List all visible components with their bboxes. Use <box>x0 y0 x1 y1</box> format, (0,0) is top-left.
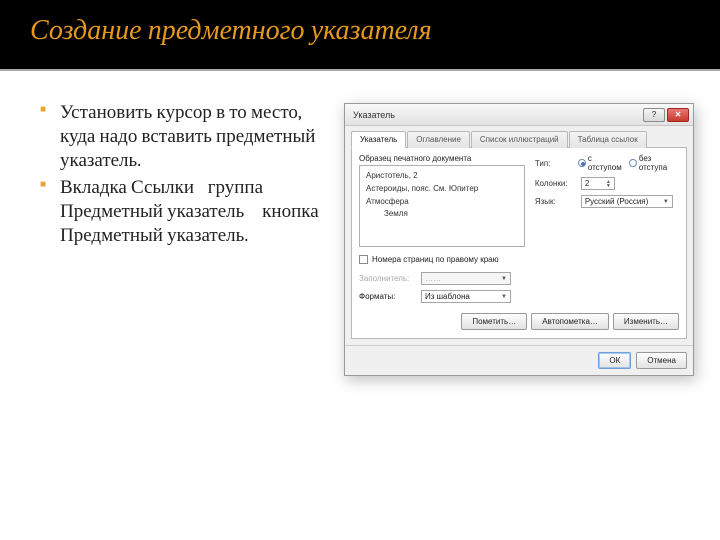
preview-label: Образец печатного документа <box>359 154 525 163</box>
radio-indented-label: с отступом <box>588 154 625 172</box>
tab-toc[interactable]: Оглавление <box>407 131 470 148</box>
close-button[interactable]: ✕ <box>667 108 689 122</box>
mark-entry-button[interactable]: Пометить… <box>461 313 527 330</box>
radio-icon <box>578 159 586 167</box>
radio-runin[interactable]: без отступа <box>629 154 679 172</box>
dialog-title: Указатель <box>353 110 643 120</box>
formats-label: Форматы: <box>359 292 415 301</box>
automark-button[interactable]: Автопометка… <box>531 313 609 330</box>
columns-label: Колонки: <box>535 179 577 188</box>
preview-line: Астероиды, пояс. См. Юпитер <box>366 183 518 196</box>
spinner-arrows-icon: ▲▼ <box>606 180 611 188</box>
language-value: Русский (Россия) <box>585 197 648 206</box>
list-item: Установить курсор в то место, куда надо … <box>40 101 340 172</box>
language-dropdown[interactable]: Русский (Россия) ▼ <box>581 195 673 208</box>
list-item: Вкладка Ссылки группа Предметный указате… <box>40 176 340 247</box>
chevron-down-icon: ▼ <box>663 199 669 205</box>
leader-dropdown: …… ▼ <box>421 272 511 285</box>
preview-line: Аристотель, 2 <box>366 170 518 183</box>
bullet-list: Установить курсор в то место, куда надо … <box>40 101 340 376</box>
tab-illustrations[interactable]: Список иллюстраций <box>471 131 568 148</box>
preview-box: Аристотель, 2 Астероиды, пояс. См. Юпите… <box>359 165 525 247</box>
right-align-label: Номера страниц по правому краю <box>372 255 499 264</box>
radio-indented[interactable]: с отступом <box>578 154 625 172</box>
radio-icon <box>629 159 637 167</box>
preview-subline: Земля <box>384 208 518 221</box>
formats-value: Из шаблона <box>425 292 470 301</box>
index-dialog: Указатель ? ✕ Указатель Оглавление Списо… <box>344 103 694 376</box>
ok-button[interactable]: ОК <box>598 352 631 369</box>
help-button[interactable]: ? <box>643 108 665 122</box>
leader-value: …… <box>425 274 441 283</box>
chevron-down-icon: ▼ <box>501 276 507 282</box>
slide-title: Создание предметного указателя <box>30 14 690 47</box>
columns-spinner[interactable]: 2 ▲▼ <box>581 177 615 190</box>
preview-line: Атмосфера <box>366 196 518 209</box>
columns-value: 2 <box>585 179 589 188</box>
radio-runin-label: без отступа <box>639 154 679 172</box>
right-align-checkbox[interactable] <box>359 255 368 264</box>
tab-authorities[interactable]: Таблица ссылок <box>569 131 647 148</box>
dialog-titlebar[interactable]: Указатель ? ✕ <box>345 104 693 126</box>
cancel-button[interactable]: Отмена <box>636 352 687 369</box>
chevron-down-icon: ▼ <box>501 294 507 300</box>
modify-button[interactable]: Изменить… <box>613 313 679 330</box>
tab-index[interactable]: Указатель <box>351 131 406 148</box>
language-label: Язык: <box>535 197 577 206</box>
formats-dropdown[interactable]: Из шаблона ▼ <box>421 290 511 303</box>
tab-strip: Указатель Оглавление Список иллюстраций … <box>351 130 687 148</box>
leader-label: Заполнитель: <box>359 274 415 283</box>
type-label: Тип: <box>535 159 574 168</box>
